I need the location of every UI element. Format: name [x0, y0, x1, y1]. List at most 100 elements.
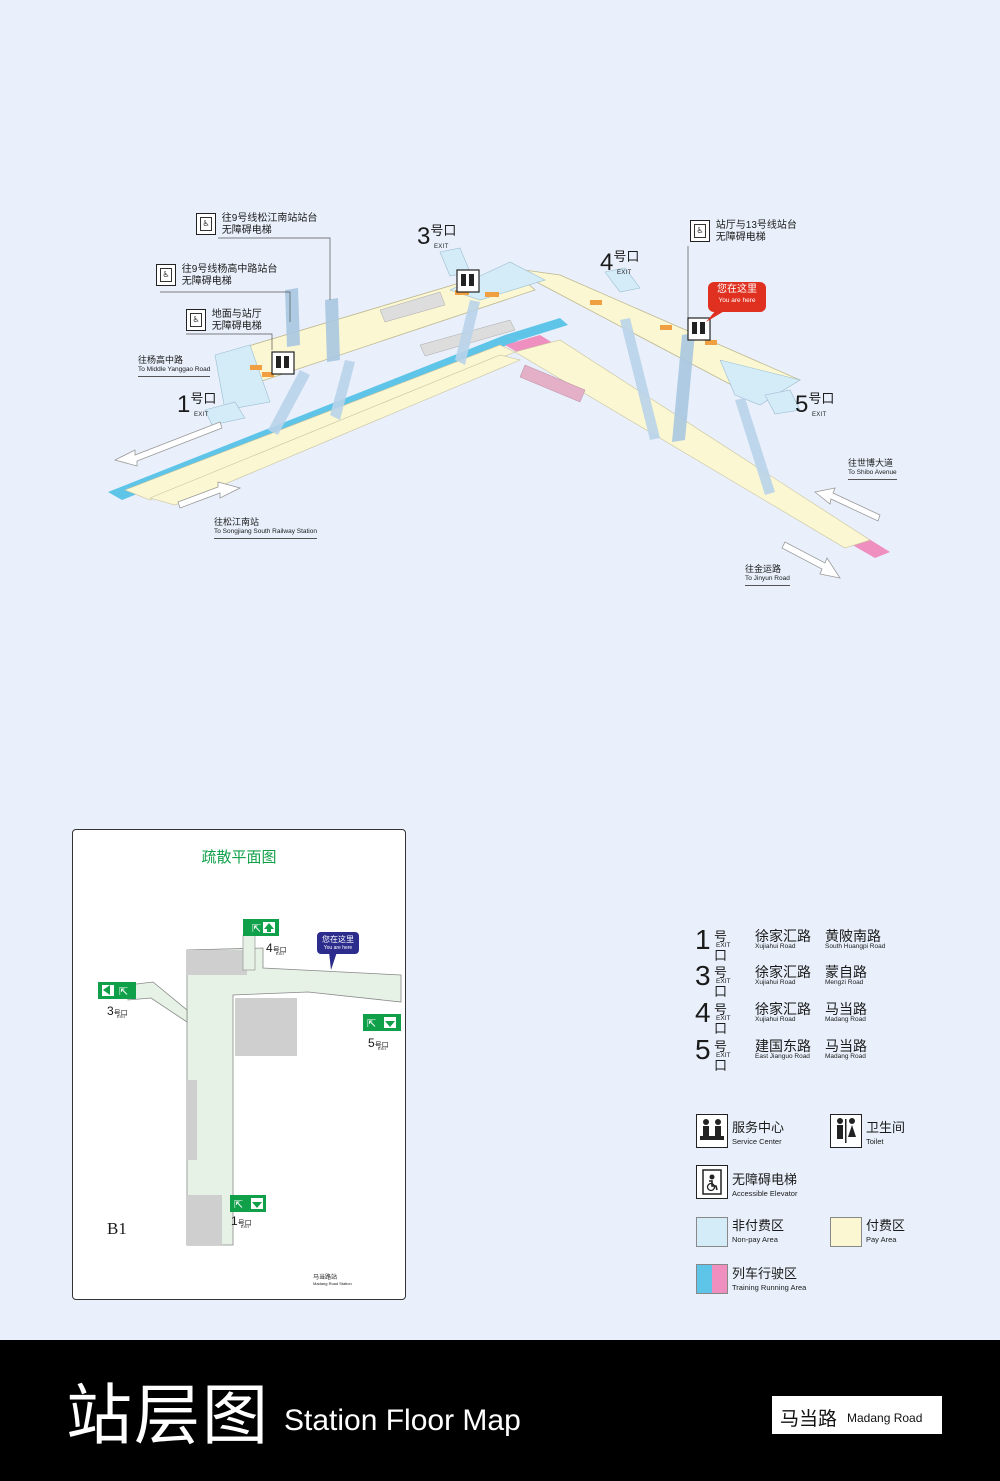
legend-exit-num: 4 — [695, 997, 711, 1028]
evac-you-are-here-en: You are here — [323, 945, 353, 951]
exit-number: 1 — [177, 391, 191, 418]
accessible-elevator-icon: ♿ — [156, 264, 176, 286]
legend-exit-num: 3 — [695, 960, 711, 991]
direction-zh: 往松江南站 — [214, 517, 260, 527]
direction-shibo: 往世博大道 To Shibo Avenue — [848, 458, 897, 480]
callout-text: 无障碍电梯 — [715, 232, 766, 243]
evac-exit-sign-3: ⇱ — [98, 982, 136, 999]
direction-zh: 往杨高中路 — [138, 355, 184, 365]
direction-en: To Shibo Avenue — [848, 469, 897, 476]
direction-en: To Songjiang South Railway Station — [214, 528, 317, 535]
exit-zh: 号口 — [808, 391, 835, 406]
evac-exit-num: 5 — [368, 1036, 375, 1050]
legend-text: 卫生间 — [866, 1120, 906, 1135]
callout-text: 往9号线杨高中路站台 — [181, 264, 278, 275]
legend-service-center: 服务中心 Service Center — [732, 1121, 784, 1149]
legend-text-en: Toilet — [866, 1137, 884, 1146]
exit-zh: 号口 — [613, 249, 640, 264]
station-name-badge: 马当路 Madang Road — [772, 1396, 942, 1434]
direction-zh: 往世博大道 — [848, 458, 894, 468]
evac-exit-3-label: 3号口 EXIT — [107, 1004, 128, 1019]
direction-jinyun: 往金运路 To Jinyun Road — [745, 564, 790, 586]
evacuation-plan-panel: 疏散平面图 ⇱ ⇱ ⇱ ⇱ 您在这里 You are here 4号口 EXIT … — [72, 829, 406, 1300]
legend-road-en: Mengzi Road — [825, 979, 864, 986]
legend-exit-en: EXIT — [716, 978, 731, 985]
evac-exit-num: 1 — [231, 1214, 238, 1228]
evac-exit-5-label: 5号口 EXIT — [368, 1036, 389, 1051]
exit-number: 3 — [417, 223, 431, 250]
legend-road-en: Madang Road — [825, 1016, 866, 1023]
station-name-zh: 马当路 — [780, 1409, 838, 1430]
legend-exit-num: 1 — [695, 924, 711, 955]
legend-text: 服务中心 — [732, 1120, 785, 1135]
legend-road-en: Xujiahui Road — [755, 979, 796, 986]
legend-text: 无障碍电梯 — [732, 1172, 798, 1187]
legend-exit-num: 5 — [695, 1034, 711, 1065]
exit-en: EXIT — [617, 270, 632, 276]
direction-zh: 往金运路 — [745, 564, 782, 574]
direction-yanggao: 往杨高中路 To Middle Yanggao Road — [138, 355, 211, 377]
evac-level-label: B1 — [107, 1219, 127, 1238]
legend-exit-en: EXIT — [716, 1052, 731, 1059]
evac-exit-4-label: 4号口 EXIT — [266, 941, 287, 956]
direction-en: To Middle Yanggao Road — [138, 366, 211, 373]
svg-text:⇱: ⇱ — [119, 986, 128, 998]
accessible-elevator-icon: ♿ — [186, 309, 206, 331]
footer-title-en: Station Floor Map — [284, 1404, 521, 1437]
exit-1-label: 1号口 EXIT — [177, 391, 216, 418]
accessible-elevator-icon: ♿ — [690, 220, 710, 242]
callout-elevator-line13: ♿ 站厅与13号线站台 无障碍电梯 — [690, 220, 797, 244]
legend-text-en: Service Center — [732, 1137, 782, 1146]
legend-text: 列车行驶区 — [732, 1266, 798, 1281]
evac-station-zh: 马当路站 — [313, 1275, 338, 1281]
pay-area-swatch — [830, 1217, 862, 1247]
accessible-elevator-icon: ♿ — [196, 213, 216, 235]
legend-text-en: Training Running Area — [732, 1283, 807, 1292]
legend-road-en: East Jianguo Road — [755, 1053, 810, 1060]
legend-text: 非付费区 — [732, 1218, 785, 1233]
service-center-icon — [271, 351, 295, 375]
exit-number: 4 — [600, 249, 614, 276]
callout-elevator-ground: ♿ 地面与站厅 无障碍电梯 — [186, 309, 262, 333]
legend-exit-en: EXIT — [716, 1015, 731, 1022]
exit-en: EXIT — [194, 412, 209, 418]
you-are-here-label: 您在这里 You are here — [708, 284, 766, 306]
exit-5-label: 5号口 EXIT — [795, 391, 835, 418]
callout-elevator-songjiang: ♿ 往9号线松江南站站台 无障碍电梯 — [196, 213, 317, 237]
callout-text: 站厅与13号线站台 — [715, 220, 797, 231]
exit-en: EXIT — [812, 412, 827, 418]
legend-nonpay: 非付费区 Non-pay Area — [732, 1219, 784, 1247]
exit-3-label: 3号口 EXIT — [417, 223, 456, 250]
legend-road-en: South Huangpi Road — [825, 943, 886, 950]
you-are-here-zh: 您在这里 — [717, 284, 757, 295]
evac-exit-sign-4: ⇱ — [243, 919, 279, 936]
legend-toilet: 卫生间 Toilet — [866, 1121, 905, 1149]
platform-right — [514, 339, 871, 549]
station-3d-map — [108, 237, 890, 579]
elevator-shaft-2 — [325, 298, 340, 362]
callout-text: 地面与站厅 — [211, 309, 262, 320]
legend-elevator: 无障碍电梯 Accessible Elevator — [732, 1173, 797, 1201]
legend-text-en: Pay Area — [866, 1235, 897, 1244]
accessible-elevator-icon — [696, 1165, 728, 1199]
elevator-shaft-1 — [285, 288, 300, 347]
exit-4-label: 4号口 EXIT — [600, 249, 640, 276]
legend-pay: 付费区 Pay Area — [866, 1219, 905, 1247]
legend-text-en: Non-pay Area — [732, 1235, 778, 1244]
station-name-en: Madang Road — [847, 1411, 923, 1425]
direction-songjiang: 往松江南站 To Songjiang South Railway Station — [214, 517, 317, 539]
legend-road-en: Xujiahui Road — [755, 1016, 796, 1023]
evac-exit-num: 3 — [107, 1004, 114, 1018]
track-area-swatch — [696, 1264, 728, 1294]
callout-elevator-yanggao: ♿ 往9号线杨高中路站台 无障碍电梯 — [156, 264, 277, 288]
svg-text:⇱: ⇱ — [367, 1018, 376, 1030]
legend-road-en: Madang Road — [825, 1053, 866, 1060]
callout-text: 无障碍电梯 — [181, 276, 232, 287]
legend-text-en: Accessible Elevator — [732, 1189, 798, 1198]
exit-en: EXIT — [434, 244, 449, 250]
callout-text: 无障碍电梯 — [221, 225, 272, 236]
svg-text:⇱: ⇱ — [252, 923, 261, 935]
legend-track: 列车行驶区 Training Running Area — [732, 1267, 806, 1295]
callout-text: 往9号线松江南站站台 — [221, 213, 318, 224]
evac-exit-num: 4 — [266, 941, 273, 955]
